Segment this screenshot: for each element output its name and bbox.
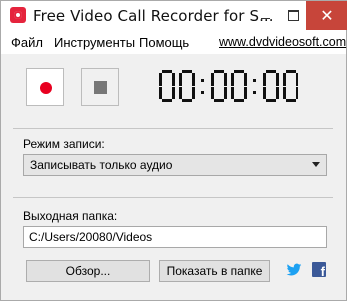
- facebook-icon[interactable]: f: [312, 262, 326, 279]
- timer-digit-segment: [263, 73, 266, 86]
- timer-digit-segment: [214, 70, 224, 73]
- record-icon: [40, 82, 52, 94]
- separator: [13, 128, 333, 129]
- facebook-glyph: f: [320, 264, 325, 279]
- output-folder-label: Выходная папка:: [23, 209, 118, 223]
- maximize-button[interactable]: [278, 1, 308, 30]
- timer-digit-segment: [231, 73, 234, 86]
- timer-colon-dot: [201, 91, 204, 94]
- window-title: Free Video Call Recorder for S...: [33, 7, 274, 25]
- menu-bar: Файл Инструменты Помощь www.dvdvideosoft…: [1, 31, 346, 54]
- twitter-icon[interactable]: [286, 262, 302, 278]
- output-folder-field[interactable]: C:/Users/20080/Videos: [23, 226, 327, 248]
- menu-file[interactable]: Файл: [11, 35, 43, 50]
- timer-digit-segment: [283, 73, 286, 86]
- browse-button[interactable]: Обзор...: [26, 260, 150, 282]
- website-link[interactable]: www.dvdvideosoft.com: [219, 35, 346, 49]
- timer-colon-dot: [253, 91, 256, 94]
- timer-digit-segment: [182, 99, 192, 102]
- separator: [13, 197, 333, 198]
- timer-digit-segment: [211, 73, 214, 86]
- timer-digits: [159, 70, 298, 102]
- app-record-icon: [10, 7, 26, 23]
- timer-digit-segment: [172, 87, 175, 99]
- timer-digit-segment: [231, 87, 234, 99]
- timer-digit-segment: [182, 70, 192, 73]
- record-mode-value: Записывать только аудио: [30, 158, 173, 172]
- timer-digit-segment: [244, 87, 247, 99]
- app-window: Free Video Call Recorder for S... ✕ Файл…: [0, 0, 347, 301]
- timer-digit-segment: [159, 73, 162, 86]
- timer-digit-segment: [244, 73, 247, 86]
- timer-digit-segment: [266, 99, 276, 102]
- timer-digit-segment: [296, 73, 298, 86]
- timer-digit-segment: [234, 99, 244, 102]
- timer-digit-segment: [192, 73, 195, 86]
- close-button[interactable]: ✕: [306, 1, 347, 30]
- minimize-icon: [260, 18, 270, 19]
- timer-digit-segment: [172, 73, 175, 86]
- timer-digit-segment: [162, 70, 172, 73]
- timer-digit-segment: [276, 73, 279, 86]
- timer-digit-segment: [211, 87, 214, 99]
- menu-help[interactable]: Помощь: [139, 35, 189, 50]
- timer-digit-segment: [192, 87, 195, 99]
- chevron-down-icon: [312, 162, 320, 167]
- maximize-icon: [287, 10, 299, 21]
- timer-display: [158, 69, 298, 105]
- timer-digit-segment: [266, 70, 276, 73]
- record-mode-select[interactable]: Записывать только аудио: [23, 154, 327, 176]
- timer-digit-segment: [283, 87, 286, 99]
- stop-icon: [94, 81, 107, 94]
- record-button[interactable]: [26, 68, 64, 106]
- timer-digit-segment: [179, 87, 182, 99]
- menu-tools[interactable]: Инструменты: [54, 35, 135, 50]
- timer-digit-segment: [159, 87, 162, 99]
- timer-digit-segment: [162, 99, 172, 102]
- record-mode-label: Режим записи:: [23, 137, 105, 151]
- timer-digit-segment: [286, 99, 296, 102]
- title-bar[interactable]: Free Video Call Recorder for S... ✕: [1, 1, 347, 31]
- timer-digit-segment: [276, 87, 279, 99]
- minimize-button[interactable]: [250, 1, 280, 30]
- timer-digit-segment: [286, 70, 296, 73]
- output-folder-value: C:/Users/20080/Videos: [29, 230, 153, 244]
- twitter-glyph: [286, 263, 302, 276]
- timer-colon-dot: [201, 79, 204, 82]
- timer-colon-dot: [253, 79, 256, 82]
- timer-digit-segment: [234, 70, 244, 73]
- show-in-folder-button[interactable]: Показать в папке: [159, 260, 270, 282]
- timer-digit-segment: [224, 87, 227, 99]
- timer-digit-segment: [179, 73, 182, 86]
- timer-digit-segment: [263, 87, 266, 99]
- timer-digit-segment: [296, 87, 298, 99]
- timer-digit-segment: [214, 99, 224, 102]
- timer-digit-segment: [224, 73, 227, 86]
- stop-button[interactable]: [81, 68, 119, 106]
